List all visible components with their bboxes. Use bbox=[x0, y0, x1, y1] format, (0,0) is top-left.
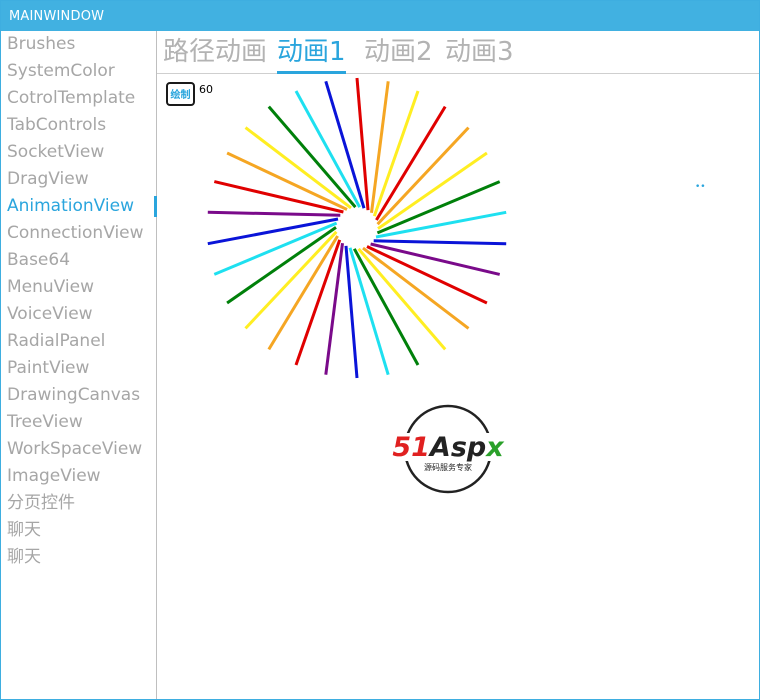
sidebar-item-menuview[interactable]: MenuView bbox=[1, 274, 156, 301]
sidebar-nav: Brushes SystemColor CotrolTemplate TabCo… bbox=[1, 31, 157, 699]
sidebar-item-paintview[interactable]: PaintView bbox=[1, 355, 156, 382]
sidebar-item-drawingcanvas[interactable]: DrawingCanvas bbox=[1, 382, 156, 409]
swirl-ray bbox=[373, 239, 507, 246]
title-bar[interactable]: MAINWINDOW bbox=[1, 1, 759, 31]
draw-button[interactable]: 绘制 bbox=[166, 82, 195, 106]
sidebar-item-cotroltemplate[interactable]: CotrolTemplate bbox=[1, 85, 156, 112]
sidebar-item-base64[interactable]: Base64 bbox=[1, 247, 156, 274]
swirl-ray bbox=[372, 90, 420, 217]
main-window: MAINWINDOW Brushes SystemColor CotrolTem… bbox=[0, 0, 760, 700]
swirl-ray bbox=[294, 239, 342, 366]
sidebar-item-animationview[interactable]: AnimationView bbox=[1, 193, 157, 220]
sidebar-item-radialpanel[interactable]: RadialPanel bbox=[1, 328, 156, 355]
animation-canvas bbox=[207, 77, 507, 379]
swirl-ray bbox=[366, 245, 488, 305]
sidebar-item-chat-2[interactable]: 聊天 bbox=[1, 544, 156, 571]
logo-tagline: 源码服务专家 bbox=[424, 462, 472, 472]
count-label: 60 bbox=[199, 83, 213, 96]
swirl-ray bbox=[370, 81, 390, 213]
swirl-ray bbox=[207, 210, 341, 217]
sidebar-item-voiceview[interactable]: VoiceView bbox=[1, 301, 156, 328]
sidebar-item-tabcontrols[interactable]: TabControls bbox=[1, 112, 156, 139]
sidebar-item-brushes[interactable]: Brushes bbox=[1, 31, 156, 58]
sidebar-item-imageview[interactable]: ImageView bbox=[1, 463, 156, 490]
sidebar-item-chat[interactable]: 聊天 bbox=[1, 517, 156, 544]
sidebar-item-dragview[interactable]: DragView bbox=[1, 166, 156, 193]
sidebar-item-workspaceview[interactable]: WorkSpaceView bbox=[1, 436, 156, 463]
radial-rays bbox=[207, 77, 507, 379]
brand-logo: 51Aspx 源码服务专家 bbox=[385, 404, 511, 494]
logo-wordmark: 51Aspx bbox=[392, 432, 505, 463]
sidebar-item-socketview[interactable]: SocketView bbox=[1, 139, 156, 166]
sidebar-item-systemcolor[interactable]: SystemColor bbox=[1, 58, 156, 85]
small-indicator: •• bbox=[695, 182, 706, 192]
sidebar-item-connectionview[interactable]: ConnectionView bbox=[1, 220, 156, 247]
window-title: MAINWINDOW bbox=[9, 9, 105, 24]
swirl-ray bbox=[324, 243, 344, 375]
swirl-ray bbox=[226, 151, 348, 211]
sidebar-item-treeview[interactable]: TreeView bbox=[1, 409, 156, 436]
content-area: 路径动画 动画1 动画2 动画3 绘制 60 •• 51Aspx 源码服务专家 bbox=[157, 31, 759, 699]
sidebar-item-pagination[interactable]: 分页控件 bbox=[1, 490, 156, 517]
